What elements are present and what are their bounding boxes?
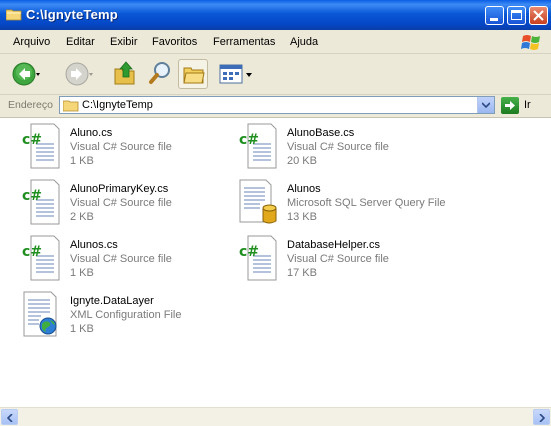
file-size: 1 KB xyxy=(70,323,94,335)
chevron-right-icon xyxy=(539,414,545,422)
csharp-file-icon: c# xyxy=(239,235,277,281)
arrow-right-icon xyxy=(505,101,515,110)
folder-up-button[interactable] xyxy=(113,59,137,87)
file-size: 20 KB xyxy=(287,155,317,167)
chevron-down-icon xyxy=(482,102,490,108)
file-size: 2 KB xyxy=(70,211,94,223)
file-name: DatabaseHelper.cs xyxy=(287,239,380,251)
file-item[interactable]: c# Aluno.cs Visual C# Source file 1 KB xyxy=(21,122,231,172)
file-item[interactable]: c# Alunos.cs Visual C# Source file 1 KB xyxy=(21,234,231,284)
minimize-button[interactable] xyxy=(485,6,504,25)
file-size: 1 KB xyxy=(70,267,94,279)
csharp-file-icon: c# xyxy=(22,179,60,225)
file-type: Microsoft SQL Server Query File xyxy=(287,197,446,209)
toolbar xyxy=(0,54,551,95)
views-button[interactable] xyxy=(219,61,255,87)
address-dropdown-button[interactable] xyxy=(477,97,494,113)
file-type: Visual C# Source file xyxy=(70,253,172,265)
chevron-left-icon xyxy=(7,414,13,422)
sql-query-file-icon xyxy=(239,179,277,224)
csharp-file-icon: c# xyxy=(239,123,277,169)
close-button[interactable] xyxy=(529,6,548,25)
file-item[interactable]: c# AlunoPrimaryKey.cs Visual C# Source f… xyxy=(21,178,231,228)
file-name: Alunos xyxy=(287,183,321,195)
svg-text:c#: c# xyxy=(239,132,259,148)
go-label[interactable]: Ir xyxy=(524,99,531,111)
maximize-button[interactable] xyxy=(507,6,526,25)
file-size: 17 KB xyxy=(287,267,317,279)
file-name: AlunoPrimaryKey.cs xyxy=(70,183,169,195)
menu-exibir[interactable]: Exibir xyxy=(110,36,138,48)
minimize-icon xyxy=(490,18,498,21)
file-list: c# Aluno.cs Visual C# Source file 1 KB c… xyxy=(0,118,551,407)
file-name: Ignyte.DataLayer xyxy=(70,295,154,307)
go-button[interactable] xyxy=(501,97,519,114)
menu-ferramentas[interactable]: Ferramentas xyxy=(213,36,275,48)
csharp-file-icon: c# xyxy=(22,235,60,281)
file-name: AlunoBase.cs xyxy=(287,127,355,139)
file-item[interactable]: Ignyte.DataLayer XML Configuration File … xyxy=(21,290,231,340)
address-label: Endereço xyxy=(8,99,53,111)
menu-favoritos[interactable]: Favoritos xyxy=(152,36,197,48)
svg-text:c#: c# xyxy=(22,188,42,204)
menu-editar[interactable]: Editar xyxy=(66,36,95,48)
menu-arquivo[interactable]: Arquivo xyxy=(13,36,50,48)
folders-icon xyxy=(183,67,205,84)
back-button[interactable] xyxy=(11,61,41,87)
file-name: Alunos.cs xyxy=(70,239,118,251)
window-title: C:\IgnyteTemp xyxy=(26,7,118,22)
forward-button[interactable] xyxy=(64,61,94,87)
address-path: C:\IgnyteTemp xyxy=(82,99,153,111)
horizontal-scrollbar[interactable] xyxy=(0,407,551,426)
maximize-icon xyxy=(511,10,522,20)
search-button[interactable] xyxy=(148,60,174,86)
scroll-left-button[interactable] xyxy=(1,409,18,425)
file-type: XML Configuration File xyxy=(70,309,182,321)
file-item[interactable]: c# AlunoBase.cs Visual C# Source file 20… xyxy=(238,122,448,172)
close-icon xyxy=(533,10,544,21)
menu-bar: Arquivo Editar Exibir Favoritos Ferramen… xyxy=(0,30,551,54)
xml-config-file-icon xyxy=(23,291,57,337)
title-bar[interactable]: C:\IgnyteTemp xyxy=(0,0,551,30)
csharp-file-icon: c# xyxy=(22,123,60,169)
file-type: Visual C# Source file xyxy=(287,253,389,265)
folders-button[interactable] xyxy=(178,59,208,89)
file-type: Visual C# Source file xyxy=(70,141,172,153)
file-size: 13 KB xyxy=(287,211,317,223)
folder-icon xyxy=(63,100,79,112)
folder-icon xyxy=(6,9,22,21)
address-input[interactable]: C:\IgnyteTemp xyxy=(59,96,495,114)
svg-text:c#: c# xyxy=(22,132,42,148)
file-name: Aluno.cs xyxy=(70,127,113,139)
menu-ajuda[interactable]: Ajuda xyxy=(290,36,318,48)
address-bar: Endereço C:\IgnyteTemp Ir xyxy=(0,95,551,118)
file-item[interactable]: Alunos Microsoft SQL Server Query File 1… xyxy=(238,178,458,228)
svg-text:c#: c# xyxy=(22,244,42,260)
file-type: Visual C# Source file xyxy=(70,197,172,209)
windows-logo-icon xyxy=(521,35,540,50)
scroll-right-button[interactable] xyxy=(533,409,550,425)
file-size: 1 KB xyxy=(70,155,94,167)
file-item[interactable]: c# DatabaseHelper.cs Visual C# Source fi… xyxy=(238,234,448,284)
svg-text:c#: c# xyxy=(239,244,259,260)
file-type: Visual C# Source file xyxy=(287,141,389,153)
